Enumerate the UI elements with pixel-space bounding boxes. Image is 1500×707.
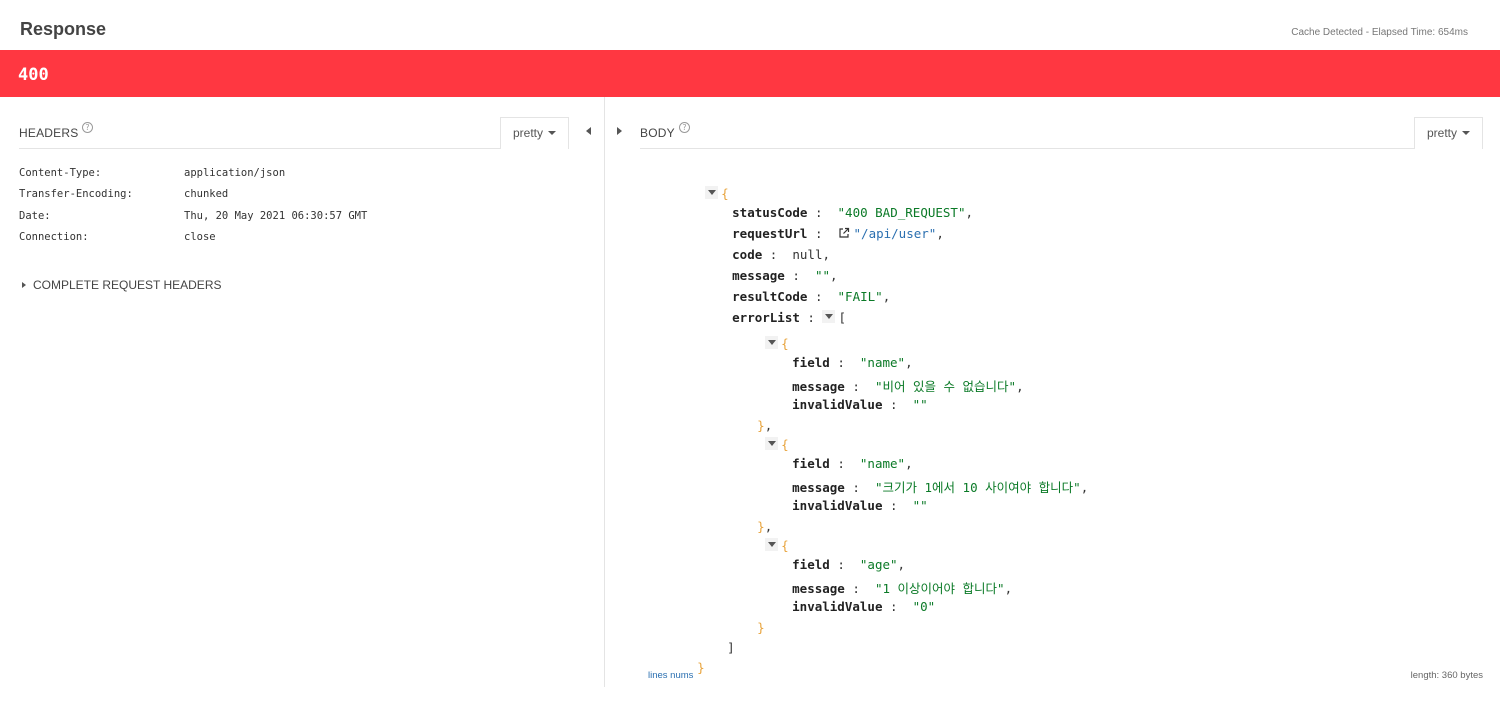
json-line: invalidValue : "0" (792, 599, 936, 614)
header-key: Connection: (19, 230, 89, 243)
complete-request-headers-toggle[interactable]: COMPLETE REQUEST HEADERS (22, 278, 221, 292)
expand-right-icon[interactable] (617, 127, 622, 135)
question-circle-icon[interactable]: ? (679, 122, 690, 133)
elapsed-time-meta: Cache Detected - Elapsed Time: 654ms (1291, 27, 1468, 38)
body-section-header: BODY ? pretty (640, 97, 1483, 149)
body-length: length: 360 bytes (1410, 670, 1483, 681)
json-string-value: "" (912, 397, 928, 412)
collapse-left-icon[interactable] (586, 127, 591, 135)
body-format-label: pretty (1427, 126, 1458, 140)
header-value: Thu, 20 May 2021 06:30:57 GMT (184, 209, 368, 222)
headers-label: HEADERS (19, 126, 79, 140)
json-line: invalidValue : "" (792, 397, 928, 412)
json-string-value: "0" (912, 599, 936, 614)
headers-list: Content-Type: application/json Transfer-… (19, 167, 579, 252)
header-key: Date: (19, 209, 51, 222)
panel-divider[interactable] (604, 97, 605, 687)
chevron-down-icon (548, 130, 557, 135)
header-row: Transfer-Encoding: chunked (19, 188, 579, 209)
header-row: Connection: close (19, 231, 579, 252)
headers-format-dropdown[interactable]: pretty (500, 117, 569, 149)
response-header: Response Cache Detected - Elapsed Time: … (0, 0, 1500, 50)
body-label: BODY (640, 126, 675, 140)
json-line: invalidValue : "" (792, 498, 928, 513)
json-string-value: "" (912, 498, 928, 513)
header-row: Date: Thu, 20 May 2021 06:30:57 GMT (19, 210, 579, 231)
header-key: Content-Type: (19, 167, 102, 179)
request-url-link[interactable]: "/api/user" (854, 226, 937, 241)
headers-panel: HEADERS ? pretty Content-Type: applicati… (0, 97, 605, 687)
body-panel: BODY ? pretty { statusCode : "400 BAD_RE… (606, 97, 1500, 707)
headers-section-header: HEADERS ? pretty (19, 97, 569, 149)
header-row: Content-Type: application/json (19, 167, 579, 188)
status-code: 400 (18, 65, 49, 85)
complete-request-headers-label: COMPLETE REQUEST HEADERS (33, 278, 222, 292)
header-value: application/json (184, 167, 286, 179)
question-circle-icon[interactable]: ? (82, 122, 93, 133)
body-format-dropdown[interactable]: pretty (1414, 117, 1483, 149)
external-link-icon[interactable] (838, 227, 850, 239)
headers-format-label: pretty (513, 126, 544, 140)
json-root-close: } (697, 660, 705, 675)
status-bar: 400 (0, 50, 1500, 97)
header-key: Transfer-Encoding: (19, 188, 133, 201)
response-title: Response (20, 19, 107, 39)
chevron-down-icon (1462, 130, 1471, 135)
header-value: chunked (184, 188, 229, 201)
header-value: close (184, 230, 216, 243)
collapse-toggle-icon[interactable] (822, 310, 836, 323)
lines-nums-toggle[interactable]: lines nums (648, 670, 693, 681)
caret-right-icon (22, 282, 26, 288)
